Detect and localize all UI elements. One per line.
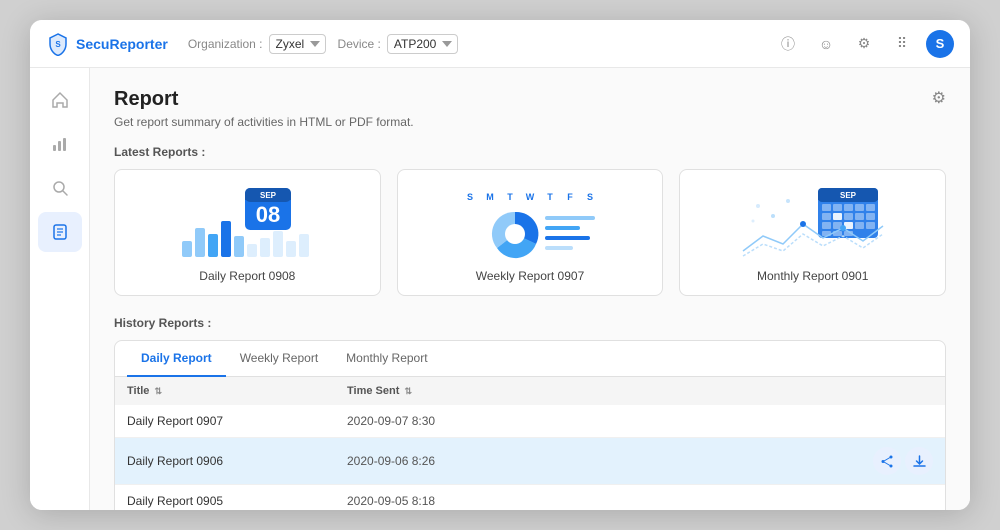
tab-daily[interactable]: Daily Report bbox=[127, 341, 226, 377]
org-select[interactable]: Zyxel bbox=[269, 34, 326, 54]
sidebar-item-home[interactable] bbox=[38, 80, 82, 120]
table-row[interactable]: Daily Report 0905 2020-09-05 8:18 bbox=[115, 485, 945, 510]
sidebar-item-search[interactable] bbox=[38, 168, 82, 208]
row-time: 2020-09-06 8:26 bbox=[347, 454, 610, 468]
svg-text:M: M bbox=[486, 192, 494, 202]
table-row[interactable]: Daily Report 0907 2020-09-07 8:30 bbox=[115, 405, 945, 438]
svg-text:SEP: SEP bbox=[260, 191, 277, 200]
logo-icon: S bbox=[46, 32, 70, 56]
tab-monthly[interactable]: Monthly Report bbox=[332, 341, 441, 377]
grid-icon[interactable]: ⠿ bbox=[888, 30, 916, 58]
sort-title-icon[interactable]: ⇅ bbox=[154, 386, 162, 396]
topbar-icons: ⓘ ☺ ⚙ ⠿ S bbox=[774, 30, 954, 58]
daily-report-title: Daily Report 0908 bbox=[199, 269, 295, 283]
topbar: S SecuReporter Organization : Zyxel Devi… bbox=[30, 20, 970, 68]
svg-text:SEP: SEP bbox=[840, 191, 857, 200]
avatar[interactable]: S bbox=[926, 30, 954, 58]
col-time: Time Sent ⇅ bbox=[347, 385, 933, 397]
row-title: Daily Report 0907 bbox=[127, 414, 347, 428]
device-select[interactable]: ATP200 bbox=[387, 34, 458, 54]
svg-text:T: T bbox=[507, 192, 513, 202]
history-section: Daily Report Weekly Report Monthly Repor… bbox=[114, 340, 946, 510]
col-title: Title ⇅ bbox=[127, 385, 347, 397]
page-title: Report bbox=[114, 88, 178, 111]
page-settings-icon[interactable]: ⚙ bbox=[932, 88, 946, 108]
daily-illustration: SEP 08 bbox=[127, 186, 368, 261]
org-group: Organization : Zyxel bbox=[188, 34, 326, 54]
info-icon[interactable]: ⓘ bbox=[774, 30, 802, 58]
latest-label: Latest Reports : bbox=[114, 145, 946, 159]
smiley-icon[interactable]: ☺ bbox=[812, 30, 840, 58]
sidebar bbox=[30, 68, 90, 510]
table-row[interactable]: Daily Report 0906 2020-09-06 8:26 bbox=[115, 438, 945, 485]
monthly-report-title: Monthly Report 0901 bbox=[757, 269, 868, 283]
main-layout: Report ⚙ Get report summary of activitie… bbox=[30, 68, 970, 510]
svg-text:08: 08 bbox=[256, 202, 280, 227]
weekly-report-title: Weekly Report 0907 bbox=[476, 269, 585, 283]
row-actions bbox=[873, 447, 933, 475]
logo-text: SecuReporter bbox=[76, 36, 168, 52]
download-button[interactable] bbox=[905, 447, 933, 475]
content-area: Report ⚙ Get report summary of activitie… bbox=[90, 68, 970, 510]
row-time: 2020-09-07 8:30 bbox=[347, 414, 933, 428]
history-label: History Reports : bbox=[114, 316, 946, 330]
report-table: Title ⇅ Time Sent ⇅ Daily Report 0907 20… bbox=[115, 377, 945, 510]
svg-text:S: S bbox=[587, 192, 593, 202]
history-tabs: Daily Report Weekly Report Monthly Repor… bbox=[115, 341, 945, 377]
report-cards: SEP 08 bbox=[114, 169, 946, 296]
monthly-illustration: SEP bbox=[692, 186, 933, 261]
svg-text:S: S bbox=[467, 192, 473, 202]
svg-text:S: S bbox=[55, 40, 61, 49]
daily-report-card[interactable]: SEP 08 bbox=[114, 169, 381, 296]
row-time: 2020-09-05 8:18 bbox=[347, 494, 933, 508]
device-group: Device : ATP200 bbox=[338, 34, 458, 54]
svg-text:F: F bbox=[567, 192, 573, 202]
svg-text:W: W bbox=[526, 192, 535, 202]
row-title: Daily Report 0905 bbox=[127, 494, 347, 508]
table-header: Title ⇅ Time Sent ⇅ bbox=[115, 377, 945, 405]
share-button[interactable] bbox=[873, 447, 901, 475]
sidebar-item-analytics[interactable] bbox=[38, 124, 82, 164]
weekly-illustration: S M T W T F S bbox=[410, 186, 651, 261]
content-header: Report ⚙ bbox=[114, 88, 946, 111]
weekly-report-card[interactable]: S M T W T F S bbox=[397, 169, 664, 296]
monthly-report-card[interactable]: SEP bbox=[679, 169, 946, 296]
row-title: Daily Report 0906 bbox=[127, 454, 347, 468]
logo-area: S SecuReporter bbox=[46, 32, 168, 56]
settings-icon[interactable]: ⚙ bbox=[850, 30, 878, 58]
page-subtitle: Get report summary of activities in HTML… bbox=[114, 115, 946, 129]
sidebar-item-report[interactable] bbox=[38, 212, 82, 252]
device-label: Device : bbox=[338, 37, 381, 51]
svg-text:T: T bbox=[547, 192, 553, 202]
sort-time-icon[interactable]: ⇅ bbox=[404, 386, 412, 396]
app-window: S SecuReporter Organization : Zyxel Devi… bbox=[30, 20, 970, 510]
tab-weekly[interactable]: Weekly Report bbox=[226, 341, 332, 377]
org-label: Organization : bbox=[188, 37, 263, 51]
